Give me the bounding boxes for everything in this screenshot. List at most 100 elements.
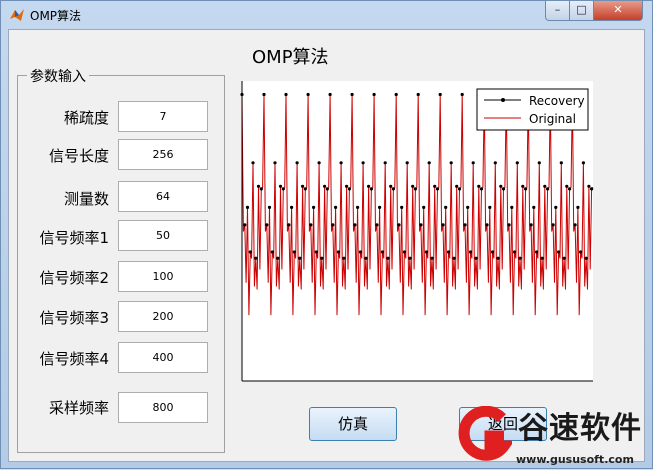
recovery-point xyxy=(559,161,563,165)
watermark-text: 谷速软件 xyxy=(518,411,642,446)
recovery-point xyxy=(378,205,382,209)
recovery-point xyxy=(424,250,428,254)
recovery-point xyxy=(372,92,376,97)
recovery-point xyxy=(254,256,258,260)
recovery-point xyxy=(408,256,412,260)
recovery-point xyxy=(477,184,481,188)
recovery-point xyxy=(512,250,517,254)
recovery-point xyxy=(529,223,533,227)
recovery-point xyxy=(389,184,393,188)
recovery-point xyxy=(405,161,409,165)
signal-length-label: 信号长度 xyxy=(48,147,109,165)
recovery-point xyxy=(455,184,459,188)
recovery-point xyxy=(290,205,294,209)
recovery-point xyxy=(540,256,544,260)
recovery-point xyxy=(590,187,594,191)
recovery-point xyxy=(265,223,269,227)
recovery-point xyxy=(474,256,478,260)
signal-plot: Recovery Original xyxy=(233,77,595,383)
maximize-button[interactable]: □ xyxy=(569,1,594,21)
recovery-point xyxy=(391,187,395,191)
freq3-input[interactable]: 200 xyxy=(118,301,208,332)
recovery-point xyxy=(397,223,401,227)
recovery-point xyxy=(422,205,426,209)
recovery-point xyxy=(270,250,274,254)
recovery-point xyxy=(259,187,263,191)
recovery-point xyxy=(532,205,536,209)
recovery-point xyxy=(518,256,522,260)
app-window: OMP算法 – □ ✕ OMP算法 参数输入 稀疏度 7 信号长度 256 测量… xyxy=(0,0,653,469)
freq2-input[interactable]: 100 xyxy=(118,261,208,292)
signal-length-input[interactable]: 256 xyxy=(118,139,208,170)
recovery-point xyxy=(435,187,440,191)
watermark-url: www.gususoft.com xyxy=(516,453,634,466)
recovery-point xyxy=(449,161,453,165)
recovery-point xyxy=(546,187,550,191)
recovery-point xyxy=(281,187,285,191)
plot-legend: Recovery Original xyxy=(476,88,589,131)
recovery-point xyxy=(356,205,360,209)
recovery-point xyxy=(243,223,247,227)
recovery-point xyxy=(323,184,327,188)
recovery-point xyxy=(562,256,566,260)
recovery-point xyxy=(521,184,525,188)
recovery-point xyxy=(276,256,280,260)
sample-rate-input[interactable]: 800 xyxy=(118,392,208,423)
recovery-point xyxy=(543,184,547,188)
recovery-point xyxy=(573,223,577,227)
recovery-point xyxy=(444,205,448,209)
recovery-point xyxy=(466,205,470,209)
recovery-point xyxy=(400,205,404,209)
recovery-point xyxy=(361,161,365,165)
recovery-point xyxy=(317,161,321,165)
recovery-point xyxy=(320,256,324,260)
recovery-point xyxy=(488,205,492,209)
recovery-point xyxy=(438,92,442,97)
recovery-point xyxy=(394,92,398,97)
freq4-label: 信号频率4 xyxy=(39,350,109,368)
recovery-point xyxy=(460,92,464,97)
freq1-label: 信号频率1 xyxy=(39,229,109,247)
recovery-point xyxy=(267,205,272,209)
close-button[interactable]: ✕ xyxy=(593,1,643,21)
recovery-point xyxy=(419,223,423,227)
recovery-point xyxy=(416,92,420,97)
measurements-input[interactable]: 64 xyxy=(118,181,208,212)
recovery-point xyxy=(576,205,580,209)
freq4-input[interactable]: 400 xyxy=(118,342,208,373)
recovery-point xyxy=(325,187,329,191)
recovery-point xyxy=(524,187,528,191)
recovery-point xyxy=(334,205,338,209)
legend-original-label: Original xyxy=(529,112,576,126)
params-group-label: 参数输入 xyxy=(27,66,89,86)
recovery-point xyxy=(245,205,250,209)
recovery-point xyxy=(342,256,346,260)
simulate-button[interactable]: 仿真 xyxy=(309,407,397,441)
recovery-point xyxy=(262,92,266,97)
sparsity-input[interactable]: 7 xyxy=(118,101,208,132)
recovery-point xyxy=(535,250,539,254)
recovery-point xyxy=(471,161,475,165)
recovery-point xyxy=(375,223,379,227)
recovery-point xyxy=(350,92,354,97)
title-bar[interactable]: OMP算法 – □ ✕ xyxy=(1,1,652,29)
recovery-point xyxy=(499,184,503,188)
recovery-point xyxy=(411,184,415,188)
recovery-point xyxy=(468,250,473,254)
recovery-point xyxy=(515,161,519,165)
recovery-point xyxy=(314,250,318,254)
recovery-point xyxy=(452,256,456,260)
recovery-point xyxy=(579,250,583,254)
recovery-point xyxy=(441,223,445,227)
recovery-point xyxy=(587,184,591,188)
recovery-point xyxy=(433,184,437,188)
recovery-point xyxy=(287,223,291,227)
recovery-point xyxy=(386,256,390,260)
minimize-button[interactable]: – xyxy=(545,1,570,21)
recovery-point xyxy=(347,187,351,191)
recovery-point xyxy=(331,223,335,227)
recovery-point xyxy=(345,184,349,188)
freq1-input[interactable]: 50 xyxy=(118,220,208,251)
recovery-point xyxy=(493,161,497,165)
sparsity-label: 稀疏度 xyxy=(63,109,109,127)
